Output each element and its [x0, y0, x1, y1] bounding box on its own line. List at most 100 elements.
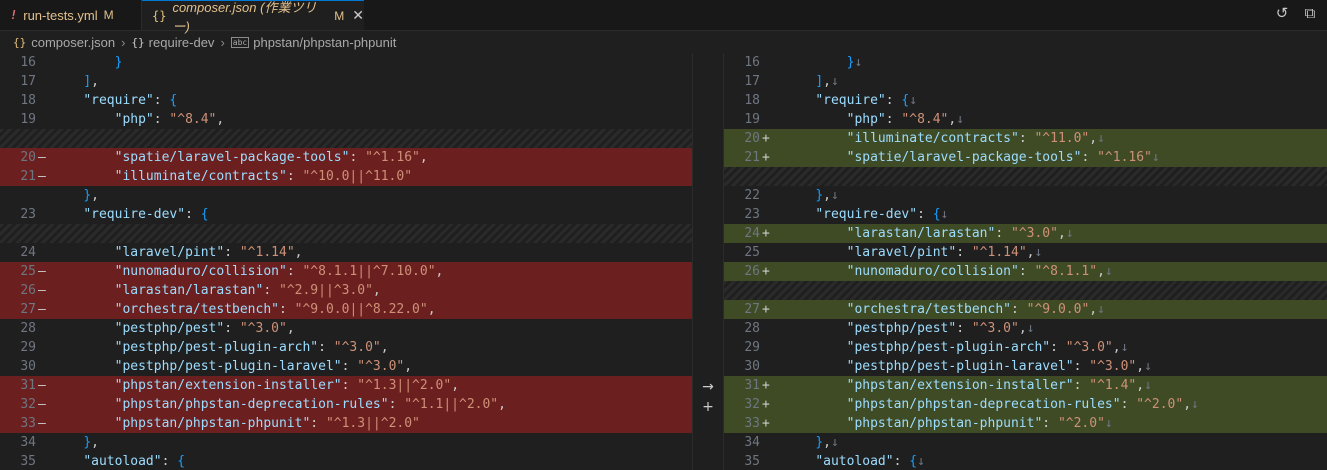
code-line: 20— "spatie/laravel-package-tools": "^1.… [0, 148, 692, 167]
modified-badge: M [103, 8, 114, 22]
code-text: "laravel/pint": "^1.14", [114, 245, 303, 260]
line-number: 21 [744, 150, 760, 165]
code-text: "php": "^8.4", [114, 112, 225, 127]
line-number: 23 [20, 207, 36, 222]
line-number: 19 [744, 112, 760, 127]
code-text: }, [83, 188, 99, 203]
object-icon: {} [131, 35, 145, 49]
code-text: "illuminate/contracts": "^10.0||^11.0" [114, 169, 413, 184]
line-number: 25 [744, 245, 760, 260]
line-number: 21 [20, 169, 36, 184]
added-marker: + [762, 378, 770, 393]
added-marker: + [762, 226, 770, 241]
code-text: "require": { [83, 93, 178, 108]
line-number: 20 [744, 131, 760, 146]
code-line: 27 + "orchestra/testbench": "^9.0.0",↓ [724, 300, 1327, 319]
line-number: 32 [20, 397, 36, 412]
tab-composer-json[interactable]: {} composer.json (作業ツリー) M ✕ [142, 0, 364, 34]
code-text: "phpstan/phpstan-deprecation-rules": "^1… [114, 397, 506, 412]
code-text: "spatie/laravel-package-tools": "^1.16", [114, 150, 428, 165]
line-number: 16 [744, 55, 760, 70]
yaml-file-icon: ! [10, 8, 18, 22]
code-text: ],↓ [815, 74, 839, 89]
code-line: 32— "phpstan/phpstan-deprecation-rules":… [0, 395, 692, 414]
code-text: "pestphp/pest": "^3.0", [114, 321, 295, 336]
code-line: 25— "nunomaduro/collision": "^8.1.1||^7.… [0, 262, 692, 281]
breadcrumb-object[interactable]: require-dev [149, 35, 215, 50]
string-icon: abc [230, 36, 250, 48]
code-text: "larastan/larastan": "^3.0",↓ [846, 226, 1074, 241]
tab-run-tests[interactable]: ! run-tests.yml M [0, 0, 142, 30]
diff-modified-pane[interactable]: 16 }↓ 17 ],↓ 18 "require": {↓ 19 "php": "^8… [724, 50, 1327, 470]
code-line: 29 "pestphp/pest-plugin-arch": "^3.0",↓ [724, 338, 1327, 357]
code-line: 35 "autoload": { [0, 452, 692, 470]
line-number: 35 [744, 454, 760, 469]
code-line: 19 "php": "^8.4", [0, 110, 692, 129]
code-text: "pestphp/pest": "^3.0",↓ [846, 321, 1035, 336]
code-text: "phpstan/extension-installer": "^1.4",↓ [846, 378, 1152, 393]
added-marker: + [762, 150, 770, 165]
code-line: 18 "require": {↓ [724, 91, 1327, 110]
line-number: 28 [744, 321, 760, 336]
line-number: 18 [744, 93, 760, 108]
code-text: "pestphp/pest-plugin-laravel": "^3.0",↓ [846, 359, 1152, 374]
line-number: 24 [20, 245, 36, 260]
open-file-icon[interactable]: ⧉ [1301, 5, 1319, 23]
code-line: 34 },↓ [724, 433, 1327, 452]
code-text: "nunomaduro/collision": "^8.1.1",↓ [846, 264, 1113, 279]
code-text: },↓ [815, 188, 839, 203]
line-number: 30 [744, 359, 760, 374]
history-icon[interactable]: ↺ [1273, 5, 1291, 23]
line-number: 17 [744, 74, 760, 89]
diff-original-pane[interactable]: 16 } 17 ], 18 "require": {19 "php": "^8.4"… [0, 50, 692, 470]
line-number: 26 [20, 283, 36, 298]
revert-arrow-icon[interactable]: → [700, 379, 716, 395]
tab-label: composer.json (作業ツリー) [172, 0, 317, 34]
line-number: 27 [744, 302, 760, 317]
line-number: 23 [744, 207, 760, 222]
code-line: 22 },↓ [724, 186, 1327, 205]
json-file-icon: {} [152, 8, 167, 23]
line-number: 16 [20, 55, 36, 70]
removed-marker: — [38, 169, 46, 184]
breadcrumb-leaf[interactable]: phpstan/phpstan-phpunit [253, 35, 396, 50]
line-number: 33 [744, 416, 760, 431]
line-number: 24 [744, 226, 760, 241]
removed-marker: — [38, 378, 46, 393]
added-marker: + [762, 131, 770, 146]
code-line: 23 "require-dev": {↓ [724, 205, 1327, 224]
stage-plus-icon[interactable]: + [700, 399, 716, 415]
line-number: 35 [20, 454, 36, 469]
breadcrumb-separator: › [220, 34, 225, 50]
breadcrumb-file[interactable]: composer.json [31, 35, 115, 50]
removed-marker: — [38, 283, 46, 298]
line-number: 25 [20, 264, 36, 279]
code-text: "autoload": { [83, 454, 186, 469]
diff-filler [0, 129, 692, 148]
code-text: "php": "^8.4",↓ [846, 112, 965, 127]
removed-marker: — [38, 302, 46, 317]
code-line: 17 ],↓ [724, 72, 1327, 91]
line-number: 28 [20, 321, 36, 336]
code-text: "orchestra/testbench": "^9.0.0",↓ [846, 302, 1105, 317]
code-line: 20 + "illuminate/contracts": "^11.0",↓ [724, 129, 1327, 148]
code-line: 25 "laravel/pint": "^1.14",↓ [724, 243, 1327, 262]
code-text: "pestphp/pest-plugin-laravel": "^3.0", [114, 359, 413, 374]
code-line: 29 "pestphp/pest-plugin-arch": "^3.0", [0, 338, 692, 357]
line-number: 34 [744, 435, 760, 450]
line-number: 31 [20, 378, 36, 393]
code-text: "phpstan/phpstan-deprecation-rules": "^2… [846, 397, 1199, 412]
code-line: 33 + "phpstan/phpstan-phpunit": "^2.0"↓ [724, 414, 1327, 433]
code-line: 23 "require-dev": { [0, 205, 692, 224]
line-number: 19 [20, 112, 36, 127]
diff-filler [0, 224, 692, 243]
code-text: }, [83, 435, 99, 450]
code-text: "phpstan/phpstan-phpunit": "^2.0"↓ [846, 416, 1113, 431]
code-text: "phpstan/extension-installer": "^1.3||^2… [114, 378, 460, 393]
code-line: 17 ], [0, 72, 692, 91]
code-text: "larastan/larastan": "^2.9||^3.0", [114, 283, 381, 298]
close-icon[interactable]: ✕ [352, 7, 364, 24]
code-text: },↓ [815, 435, 839, 450]
code-text: "require": {↓ [815, 93, 918, 108]
added-marker: + [762, 416, 770, 431]
